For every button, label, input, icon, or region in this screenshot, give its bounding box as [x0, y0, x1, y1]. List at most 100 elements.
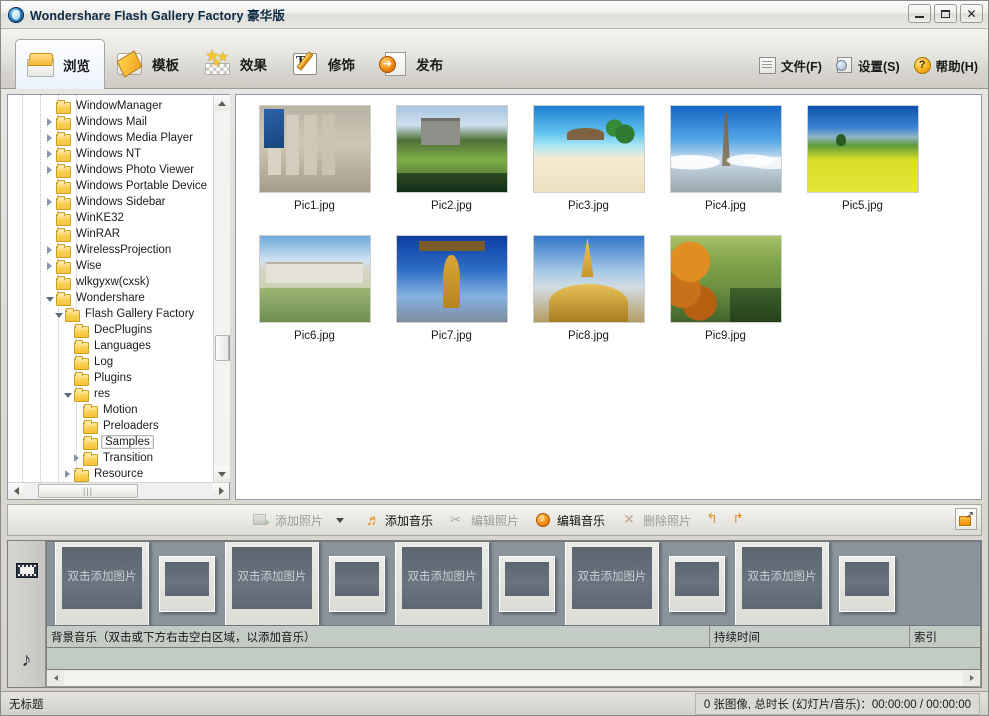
slide-placeholder[interactable]: 双击添加图片 — [565, 542, 659, 625]
thumbnail-image[interactable] — [532, 105, 645, 193]
tab-publish[interactable]: ➜ 发布 — [369, 39, 457, 88]
tree-item[interactable]: Samples — [8, 434, 229, 450]
thumbnail-item[interactable]: Pic3.jpg — [520, 105, 657, 229]
tree-item[interactable]: WinKE32 — [8, 210, 229, 226]
transition-slot[interactable] — [839, 555, 895, 612]
slide-placeholder[interactable]: 双击添加图片 — [735, 542, 829, 625]
tree-item[interactable]: Motion — [8, 402, 229, 418]
music-note-icon[interactable]: ♪ — [22, 650, 32, 670]
chevron-down-icon[interactable] — [62, 391, 73, 398]
add-photo-dropdown-icon[interactable] — [336, 517, 345, 523]
delete-photo-button[interactable]: ✕ 删除照片 — [614, 509, 698, 532]
thumbnail-item[interactable]: Pic6.jpg — [246, 235, 383, 359]
tab-effects[interactable]: ★ ★ ★ 效果 — [193, 39, 281, 88]
expand-panel-button[interactable]: ↗ — [955, 508, 977, 530]
scroll-thumb[interactable] — [214, 334, 229, 361]
tree-item[interactable]: Windows Photo Viewer — [8, 162, 229, 178]
transition-slot[interactable] — [499, 555, 555, 612]
tree-item[interactable]: WinRAR — [8, 226, 229, 242]
thumbnail-image[interactable] — [669, 105, 782, 193]
tree-horizontal-scrollbar[interactable]: ||| — [8, 482, 229, 499]
slide-strip[interactable]: 双击添加图片 双击添加图片 双击添加图片 双击添加图片 双击添加图片 — [46, 541, 981, 626]
minimize-button[interactable] — [908, 4, 931, 23]
tree-item[interactable]: Preloaders — [8, 418, 229, 434]
film-strip-icon[interactable] — [15, 563, 38, 578]
menu-help[interactable]: ? 帮助(H) — [913, 56, 978, 75]
tree-vertical-scrollbar[interactable] — [213, 95, 230, 482]
tree-item[interactable]: Windows Sidebar — [8, 194, 229, 210]
maximize-button[interactable] — [934, 4, 957, 23]
thumbnail-item[interactable]: Pic4.jpg — [657, 105, 794, 229]
tree-item[interactable]: DecPlugins — [8, 322, 229, 338]
tree-item[interactable]: Windows Media Player — [8, 130, 229, 146]
thumbnail-item[interactable]: Pic5.jpg — [794, 105, 931, 229]
scroll-left-button[interactable] — [8, 483, 24, 499]
thumbnail-grid[interactable]: Pic1.jpg Pic2.jpg Pic3.jpg Pic4.jpg Pic5.jpg… — [235, 94, 982, 500]
chevron-down-icon[interactable] — [53, 311, 64, 318]
close-button[interactable]: ✕ — [960, 4, 983, 23]
folder-tree[interactable]: WindowManager Windows Mail Windows Media P… — [8, 95, 229, 482]
rotate-right-button[interactable]: ↱ — [726, 509, 750, 531]
scroll-right-button[interactable] — [213, 483, 229, 499]
slide-placeholder[interactable]: 双击添加图片 — [55, 542, 149, 625]
chevron-right-icon[interactable] — [44, 134, 55, 142]
thumbnail-image[interactable] — [395, 105, 508, 193]
tree-item[interactable]: Languages — [8, 338, 229, 354]
scroll-up-button[interactable] — [213, 95, 230, 111]
tree-item[interactable]: Windows NT — [8, 146, 229, 162]
chevron-right-icon[interactable] — [44, 166, 55, 174]
tree-item[interactable]: Flash Gallery Factory — [8, 306, 229, 322]
tree-item[interactable]: wlkgyxw(cxsk) — [8, 274, 229, 290]
chevron-right-icon[interactable] — [71, 454, 82, 462]
hscroll-thumb[interactable]: ||| — [38, 484, 138, 498]
thumbnail-image[interactable] — [258, 235, 371, 323]
tab-template[interactable]: 模板 — [105, 39, 193, 88]
thumbnail-image[interactable] — [669, 235, 782, 323]
tree-item[interactable]: Windows Portable Device — [8, 178, 229, 194]
transition-slot[interactable] — [329, 555, 385, 612]
thumbnail-image[interactable] — [395, 235, 508, 323]
menu-settings[interactable]: 设置(S) — [835, 56, 900, 75]
slide-placeholder[interactable]: 双击添加图片 — [225, 542, 319, 625]
chevron-right-icon[interactable] — [44, 262, 55, 270]
thumbnail-item[interactable]: Pic7.jpg — [383, 235, 520, 359]
transition-slot[interactable] — [159, 555, 215, 612]
thumbnail-item[interactable]: Pic8.jpg — [520, 235, 657, 359]
chevron-right-icon[interactable] — [44, 118, 55, 126]
tree-item[interactable]: Log — [8, 354, 229, 370]
thumbnail-image[interactable] — [532, 235, 645, 323]
slide-placeholder[interactable]: 双击添加图片 — [395, 542, 489, 625]
music-scroll-track[interactable] — [64, 670, 963, 686]
edit-music-button[interactable]: ♪ 编辑音乐 — [528, 509, 612, 532]
add-music-button[interactable]: ♬ 添加音乐 — [356, 509, 440, 532]
music-track-body[interactable] — [46, 648, 981, 670]
thumbnail-image[interactable] — [806, 105, 919, 193]
thumbnail-item[interactable]: Pic9.jpg — [657, 235, 794, 359]
chevron-down-icon[interactable] — [44, 295, 55, 302]
tab-decorate[interactable]: T 修饰 — [281, 39, 369, 88]
scroll-down-button[interactable] — [213, 466, 230, 482]
transition-slot[interactable] — [669, 555, 725, 612]
music-horizontal-scrollbar[interactable] — [46, 670, 981, 687]
tree-item[interactable]: res — [8, 386, 229, 402]
tree-item[interactable]: Plugins — [8, 370, 229, 386]
music-scroll-left-button[interactable] — [47, 671, 64, 686]
tree-item[interactable]: WindowManager — [8, 98, 229, 114]
tab-browse[interactable]: 浏览 — [15, 39, 105, 89]
music-scroll-right-button[interactable] — [963, 671, 980, 686]
chevron-right-icon[interactable] — [44, 246, 55, 254]
edit-photo-button[interactable]: ✂ 编辑照片 — [442, 509, 526, 532]
tree-item[interactable]: Windows Mail — [8, 114, 229, 130]
tree-item[interactable]: Resource — [8, 466, 229, 482]
tree-item[interactable]: WirelessProjection — [8, 242, 229, 258]
tree-item[interactable]: Wondershare — [8, 290, 229, 306]
chevron-right-icon[interactable] — [44, 150, 55, 158]
thumbnail-item[interactable]: Pic1.jpg — [246, 105, 383, 229]
thumbnail-item[interactable]: Pic2.jpg — [383, 105, 520, 229]
menu-file[interactable]: 文件(F) — [759, 56, 822, 75]
thumbnail-image[interactable] — [258, 105, 371, 193]
tree-item[interactable]: Wise — [8, 258, 229, 274]
add-photo-button[interactable]: + 添加照片 — [246, 509, 330, 532]
rotate-left-button[interactable]: ↰ — [700, 509, 724, 531]
tree-item[interactable]: Transition — [8, 450, 229, 466]
